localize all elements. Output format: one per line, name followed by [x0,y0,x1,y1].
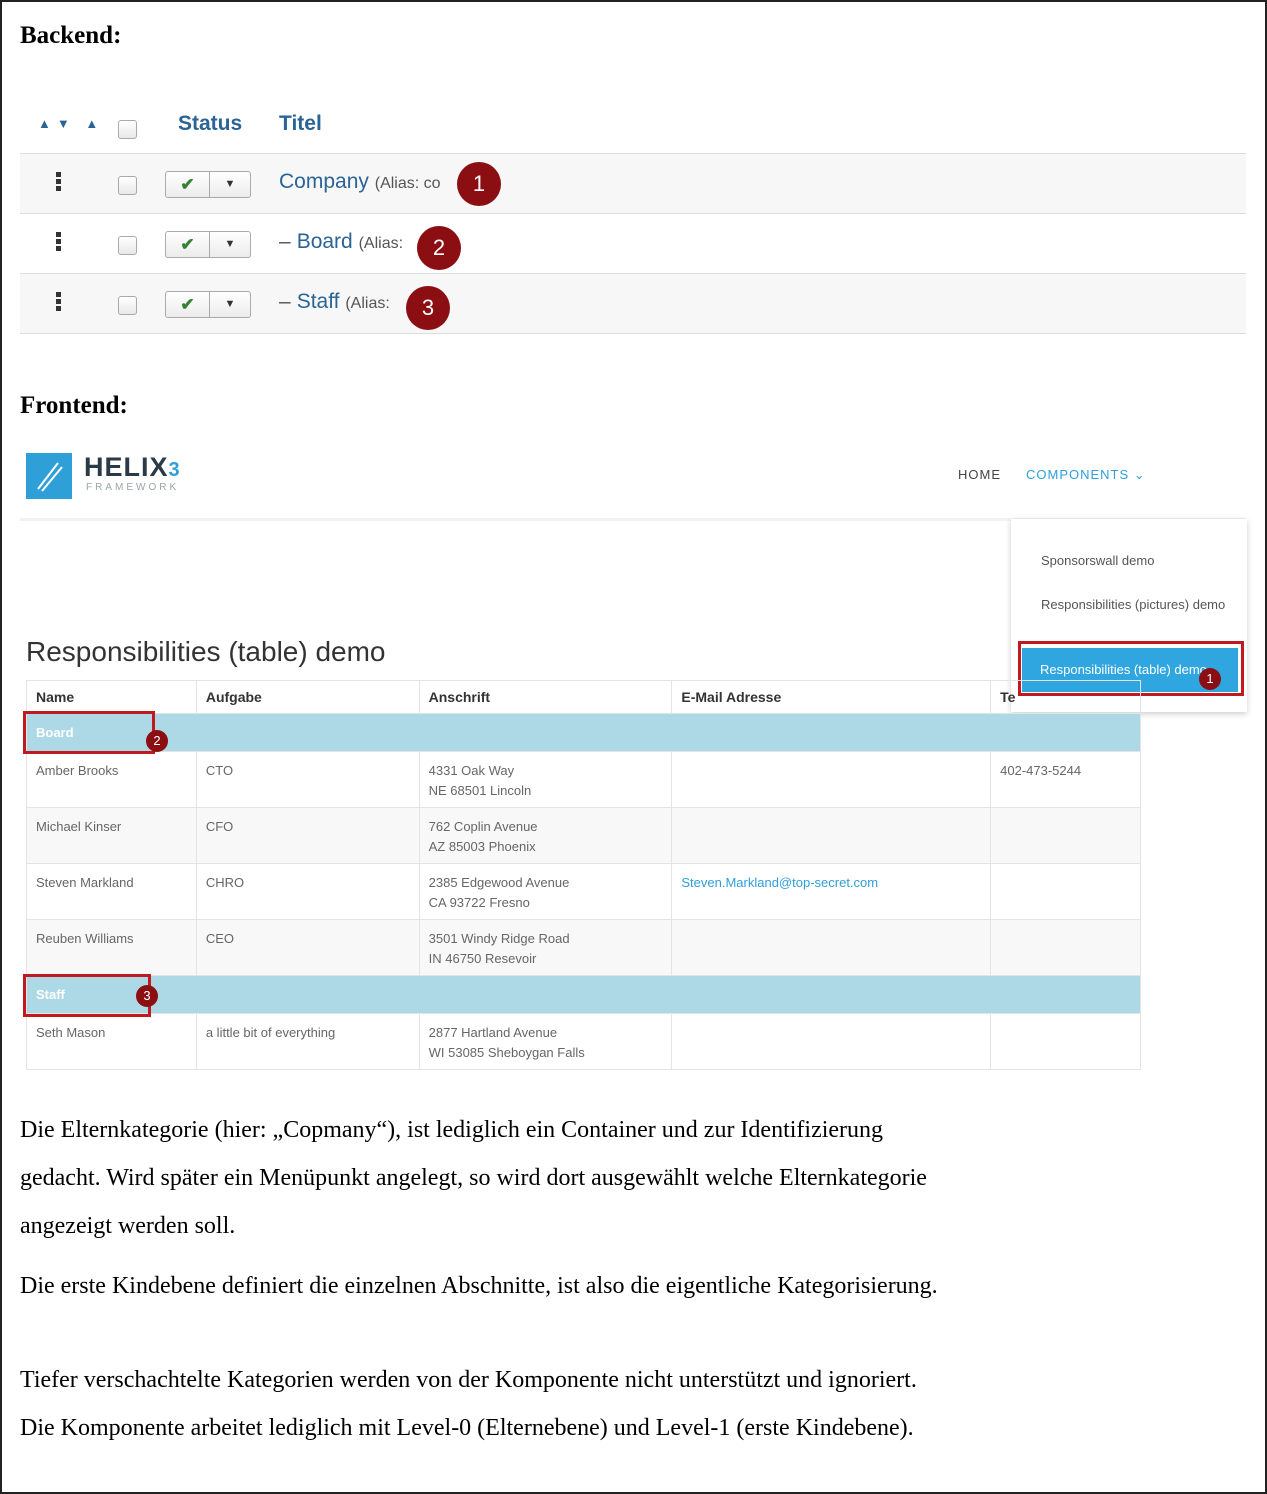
published-check-icon[interactable]: ✔ [166,172,210,197]
category-row: ✔▼ Company (Alias: co) 1 [20,154,1246,214]
cell-name: Amber Brooks [26,751,197,808]
paragraph-parent-category: Die Elternkategorie (hier: „Copmany“), i… [20,1106,1250,1250]
frontend-heading: Frontend: [20,392,128,419]
cell-name: Michael Kinser [26,807,197,864]
cell-name: Steven Markland [26,863,197,920]
cell-address: 3501 Windy Ridge Road IN 46750 Resevoir [418,919,673,976]
status-toggle-button[interactable]: ✔ ▼ [165,291,251,318]
cell-email: Steven.Markland@top-secret.com [671,863,992,920]
category-row: ✔ ▼ – Staff (Alias: 3 [20,274,1246,334]
table-header-row: Name Aufgabe Anschrift E-Mail Adresse Te [26,680,1141,714]
table-row: Reuben Williams CEO 3501 Windy Ridge Roa… [26,919,1141,976]
group-row: Staff [26,975,1141,1014]
category-title[interactable]: – Staff (Alias: [279,290,390,314]
category-title[interactable]: Company (Alias: co) [279,170,486,194]
published-check-icon[interactable]: ✔ [166,232,210,257]
row-checkbox[interactable] [118,236,137,255]
published-check-icon[interactable]: ✔ [166,292,210,317]
column-header: Aufgabe [195,680,420,714]
drag-handle-icon[interactable] [56,292,61,312]
backend-table-header: ▲▼ ▲ Status Titel [20,100,1246,154]
paragraph-child-level: Die erste Kindebene definiert die einzel… [20,1273,938,1299]
callout-marker: 3 [136,985,158,1007]
group-row: Board [26,713,1141,752]
table-row: Amber Brooks CTO 4331 Oak Way NE 68501 Li… [26,751,1141,808]
callout-marker: 2 [417,226,461,270]
caret-down-icon[interactable]: ▼ [210,232,250,257]
group-label: Staff [26,975,1141,1014]
highlight-box [23,974,151,1017]
drag-handle-icon[interactable] [56,232,61,252]
cell-task: CEO [195,919,420,976]
callout-marker: 3 [406,286,450,330]
menu-item-sponsorswall[interactable]: Sponsorswall demo [1041,550,1241,571]
callout-marker: 2 [146,730,168,752]
cell-phone [990,919,1141,976]
row-checkbox[interactable] [118,296,137,315]
backend-heading: Backend: [20,22,122,49]
text-line: Die Komponente arbeitet lediglich mit Le… [20,1415,914,1441]
cell-name: Seth Mason [26,1013,197,1070]
drag-handle-icon[interactable] [56,172,61,192]
cell-email [671,1013,992,1070]
text-line: gedacht. Wird später ein Menüpunkt angel… [20,1165,927,1191]
page-title: Responsibilities (table) demo [26,636,386,667]
column-header: Te [990,680,1141,714]
table-row: Michael Kinser CFO 762 Coplin Avenue AZ 8… [26,807,1141,864]
cell-phone [990,1013,1141,1070]
menu-item-responsibilities-pictures[interactable]: Responsibilities (pictures) demo [1041,594,1241,615]
column-header: E-Mail Adresse [671,680,992,714]
cell-email [671,807,992,864]
email-link[interactable]: Steven.Markland@top-secret.com [681,875,878,890]
cell-phone [990,807,1141,864]
category-row: ✔▼ –Board (Alias: d) 2 [20,214,1246,274]
cell-address: 2877 Hartland Avenue WI 53085 Sheboygan F… [418,1013,673,1070]
cell-task: a little bit of everything [195,1013,420,1070]
logo-subtitle: FRAMEWORK [86,482,180,493]
cell-email [671,751,992,808]
text-line: Tiefer verschachtelte Kategorien werden … [20,1367,917,1393]
callout-marker: 1 [1199,668,1221,690]
status-toggle-button[interactable]: ✔ ▼ [165,171,251,198]
group-label: Board [26,713,1141,752]
responsibilities-table: Name Aufgabe Anschrift E-Mail Adresse Te… [26,680,1141,1070]
row-checkbox[interactable] [118,176,137,195]
status-toggle-button[interactable]: ✔ ▼ [165,231,251,258]
cell-task: CHRO [195,863,420,920]
cell-address: 4331 Oak Way NE 68501 Lincoln [418,751,673,808]
logo-text[interactable]: HELIX3 [84,452,181,483]
paragraph-deeper-levels: Tiefer verschachtelte Kategorien werden … [20,1356,1250,1452]
text-line: Die Elternkategorie (hier: „Copmany“), i… [20,1117,884,1143]
column-header: Anschrift [418,680,673,714]
title-column-header[interactable]: Titel [279,112,322,136]
cell-task: CFO [195,807,420,864]
caret-down-icon[interactable]: ▼ [210,172,250,197]
cell-name: Reuben Williams [26,919,197,976]
sort-icon[interactable]: ▲▼ ▲ [38,116,104,131]
cell-task: CTO [195,751,420,808]
column-header: Name [26,680,197,714]
table-row: Seth Mason a little bit of everything 28… [26,1013,1141,1070]
cell-email [671,919,992,976]
cell-phone [990,863,1141,920]
cell-address: 762 Coplin Avenue AZ 85003 Phoenix [418,807,673,864]
nav-components[interactable]: COMPONENTS ⌄ [1026,467,1146,483]
nav-home[interactable]: HOME [958,467,1001,482]
highlight-box [23,711,155,754]
select-all-checkbox[interactable] [118,120,137,139]
text-line: angezeigt werden soll. [20,1213,236,1239]
cell-address: 2385 Edgewood Avenue CA 93722 Fresno [418,863,673,920]
cell-phone: 402-473-5244 [990,751,1141,808]
caret-down-icon[interactable]: ▼ [210,292,250,317]
callout-marker: 1 [457,162,501,206]
helix-logo-icon[interactable] [26,453,72,499]
status-column-header[interactable]: Status [178,112,242,136]
table-row: Steven Markland CHRO 2385 Edgewood Avenu… [26,863,1141,920]
